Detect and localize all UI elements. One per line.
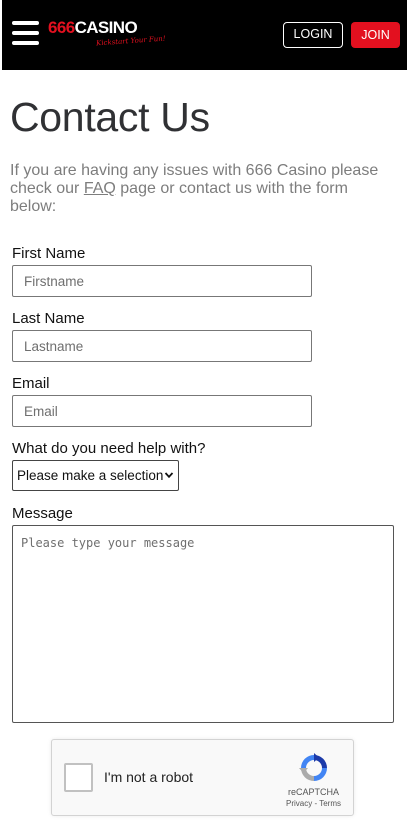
menu-bar (12, 31, 39, 35)
intro-text: If you are having any issues with 666 Ca… (10, 162, 379, 215)
recaptcha-logo-icon (299, 753, 327, 781)
page-title: Contact Us (10, 94, 210, 140)
message-textarea[interactable] (12, 525, 394, 723)
first-name-label: First Name (12, 245, 86, 262)
recaptcha-checkbox[interactable] (64, 763, 93, 792)
help-topic-select[interactable]: Please make a selection (12, 460, 179, 491)
recaptcha-widget: I'm not a robot reCAPTCHA Privacy - Term… (51, 739, 354, 816)
site-header: 666CASINO Kickstart Your Fun! LOGIN JOIN (2, 0, 407, 70)
recaptcha-brand: reCAPTCHA (287, 787, 339, 797)
chevron-down-icon (164, 472, 174, 479)
faq-link[interactable]: FAQ (84, 180, 116, 197)
first-name-input[interactable] (12, 265, 312, 297)
login-button[interactable]: LOGIN (283, 22, 343, 48)
recaptcha-privacy-link[interactable]: Privacy (286, 799, 312, 808)
join-button[interactable]: JOIN (351, 22, 400, 48)
message-label: Message (12, 505, 73, 522)
menu-bar (12, 41, 39, 45)
logo-wordmark: 666CASINO (48, 18, 138, 37)
email-input[interactable] (12, 395, 312, 427)
recaptcha-links: Privacy - Terms (286, 799, 341, 808)
hamburger-menu-icon[interactable] (12, 21, 39, 47)
last-name-label: Last Name (12, 310, 85, 327)
menu-bar (12, 21, 39, 25)
site-logo[interactable]: 666CASINO Kickstart Your Fun! (48, 18, 166, 50)
recaptcha-label: I'm not a robot (104, 769, 194, 785)
email-label: Email (12, 375, 50, 392)
recaptcha-terms-link[interactable]: Terms (319, 799, 341, 808)
help-topic-selected: Please make a selection (17, 468, 164, 483)
last-name-input[interactable] (12, 330, 312, 362)
help-topic-label: What do you need help with? (12, 440, 206, 457)
